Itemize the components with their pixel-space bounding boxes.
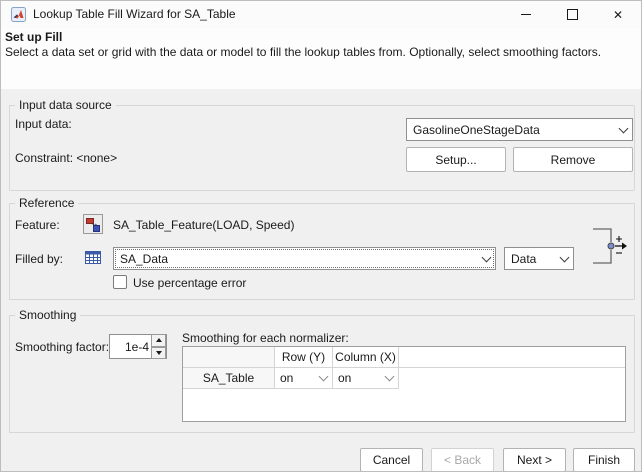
page-description: Select a data set or grid with the data … — [5, 45, 602, 59]
row-name-cell: SA_Table — [183, 368, 275, 389]
chevron-down-icon — [614, 119, 632, 140]
header-cell-row-y: Row (Y) — [275, 347, 333, 368]
input-data-dropdown[interactable]: GasolineOneStageData — [406, 118, 633, 141]
normalizer-table-header-row: Row (Y) Column (X) — [183, 347, 625, 368]
use-percentage-error-label: Use percentage error — [133, 276, 247, 290]
smoothing-factor-spinner[interactable]: 1e-4 — [109, 334, 167, 359]
fill-source-dropdown[interactable]: Data — [504, 247, 574, 270]
triangle-down-icon — [155, 350, 162, 355]
back-button-label: < Back — [443, 453, 482, 467]
input-data-source-group-label: Input data source — [15, 98, 116, 113]
header-filler — [399, 347, 625, 368]
lookup-table-fill-wizard-window: Lookup Table Fill Wizard for SA_Table ✕ … — [0, 0, 642, 472]
smoothing-group-label: Smoothing — [15, 308, 81, 323]
minimize-button[interactable] — [503, 1, 549, 28]
page-title: Set up Fill — [5, 30, 63, 44]
reference-group-label: Reference — [15, 196, 79, 211]
setup-button[interactable]: Setup... — [406, 147, 506, 172]
spinner-buttons — [151, 334, 166, 359]
table-grid-icon — [83, 247, 103, 267]
header-cell-column-x: Column (X) — [333, 347, 399, 368]
row-y-value: on — [280, 371, 294, 385]
feature-value: SA_Table_Feature(LOAD, Speed) — [113, 218, 295, 232]
column-x-value: on — [338, 371, 352, 385]
filled-by-value: SA_Data — [120, 251, 169, 266]
use-percentage-error-checkbox[interactable] — [113, 275, 127, 289]
normalizer-table: Row (Y) Column (X) SA_Table on on — [182, 346, 626, 422]
column-x-dropdown-cell[interactable]: on — [333, 368, 399, 389]
minimize-icon — [521, 14, 531, 15]
matlab-app-icon — [11, 7, 26, 22]
triangle-up-icon — [155, 338, 162, 343]
feature-label: Feature: — [15, 218, 60, 232]
cancel-button[interactable]: Cancel — [360, 448, 423, 471]
close-button[interactable]: ✕ — [595, 1, 641, 28]
input-data-value: GasolineOneStageData — [413, 122, 540, 137]
fill-connector-icon — [589, 221, 633, 271]
close-icon: ✕ — [612, 7, 624, 22]
normalizer-table-label: Smoothing for each normalizer: — [182, 331, 349, 345]
cancel-button-label: Cancel — [372, 453, 411, 467]
setup-button-label: Setup... — [435, 152, 477, 167]
next-button[interactable]: Next > — [503, 448, 566, 471]
remove-button-label: Remove — [550, 152, 596, 167]
normalizer-table-row: SA_Table on on — [183, 368, 625, 389]
chevron-down-icon — [384, 371, 395, 382]
feature-model-icon — [83, 214, 103, 234]
window-title: Lookup Table Fill Wizard for SA_Table — [33, 7, 236, 21]
spinner-up-button[interactable] — [151, 334, 166, 347]
spinner-down-button[interactable] — [151, 346, 166, 359]
header-cell-empty — [183, 347, 275, 368]
maximize-icon — [566, 9, 578, 20]
back-button[interactable]: < Back — [431, 448, 494, 471]
remove-button[interactable]: Remove — [513, 147, 633, 172]
constraint-label: Constraint: <none> — [15, 151, 118, 165]
input-data-label: Input data: — [15, 117, 72, 131]
row-filler — [399, 368, 625, 389]
fill-source-value: Data — [511, 251, 537, 266]
finish-button-label: Finish — [587, 453, 620, 467]
next-button-label: Next > — [516, 453, 552, 467]
titlebar: Lookup Table Fill Wizard for SA_Table ✕ — [1, 1, 641, 28]
chevron-down-icon — [318, 371, 329, 382]
filled-by-combobox[interactable]: SA_Data — [113, 247, 496, 270]
window-controls: ✕ — [503, 1, 641, 28]
finish-button[interactable]: Finish — [573, 448, 635, 471]
maximize-button[interactable] — [549, 1, 595, 28]
smoothing-factor-label: Smoothing factor: — [15, 340, 110, 354]
filled-by-label: Filled by: — [15, 252, 64, 266]
row-y-dropdown-cell[interactable]: on — [275, 368, 333, 389]
chevron-down-icon — [477, 248, 495, 269]
smoothing-factor-value[interactable]: 1e-4 — [112, 335, 149, 358]
chevron-down-icon — [555, 248, 573, 269]
